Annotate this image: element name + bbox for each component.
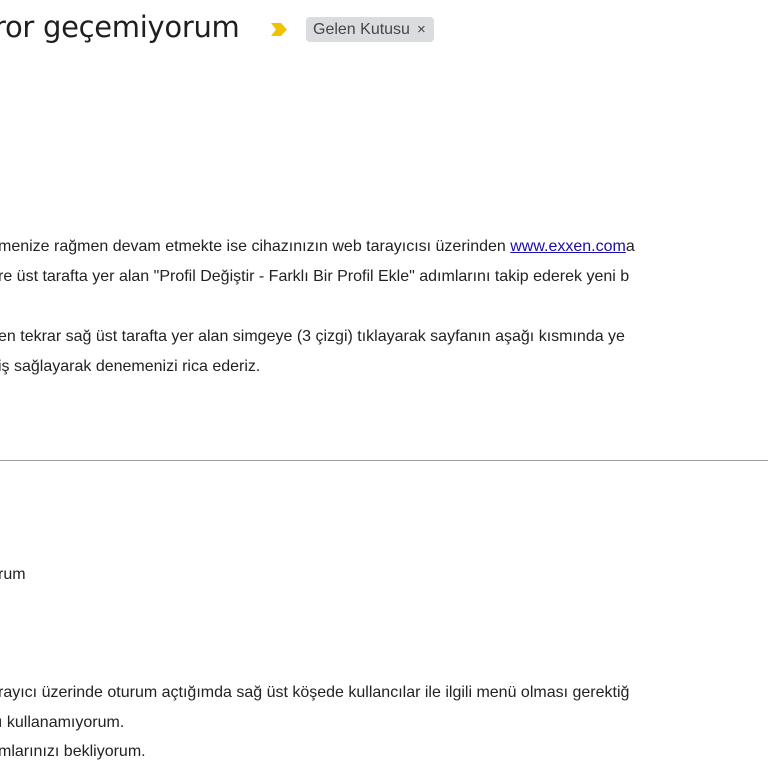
label-chip-text: Gelen Kutusu	[313, 20, 410, 38]
original-line-3: mlarınızı bekliyorum.	[0, 743, 146, 760]
reply-line-2: re üst tarafta yer alan "Profil Değiştir…	[0, 268, 630, 285]
reply-line-3: en tekrar sağ üst tarafta yer alan simge…	[0, 328, 625, 345]
reply-line-1: menize rağmen devam etmekte ise cihazını…	[0, 238, 635, 256]
label-chip-inbox[interactable]: Gelen Kutusu ×	[306, 17, 434, 42]
reply-text: menize rağmen devam etmekte ise cihazını…	[0, 238, 511, 255]
email-subject: ror geçemiyorum	[0, 10, 240, 44]
exxen-link[interactable]: www.exxen.com	[510, 238, 626, 255]
importance-marker-icon[interactable]	[270, 22, 288, 37]
reply-text: a	[625, 238, 635, 255]
reply-line-4: iş sağlayarak denemenizi rica ederiz.	[0, 358, 261, 375]
original-subject-fragment: rum	[0, 566, 26, 583]
remove-label-icon[interactable]: ×	[417, 21, 426, 38]
message-divider	[0, 460, 768, 461]
original-line-1: rayıcı üzerinde oturum açtığımda sağ üst…	[0, 684, 630, 701]
original-line-2: ı kullanamıyorum.	[0, 714, 125, 731]
